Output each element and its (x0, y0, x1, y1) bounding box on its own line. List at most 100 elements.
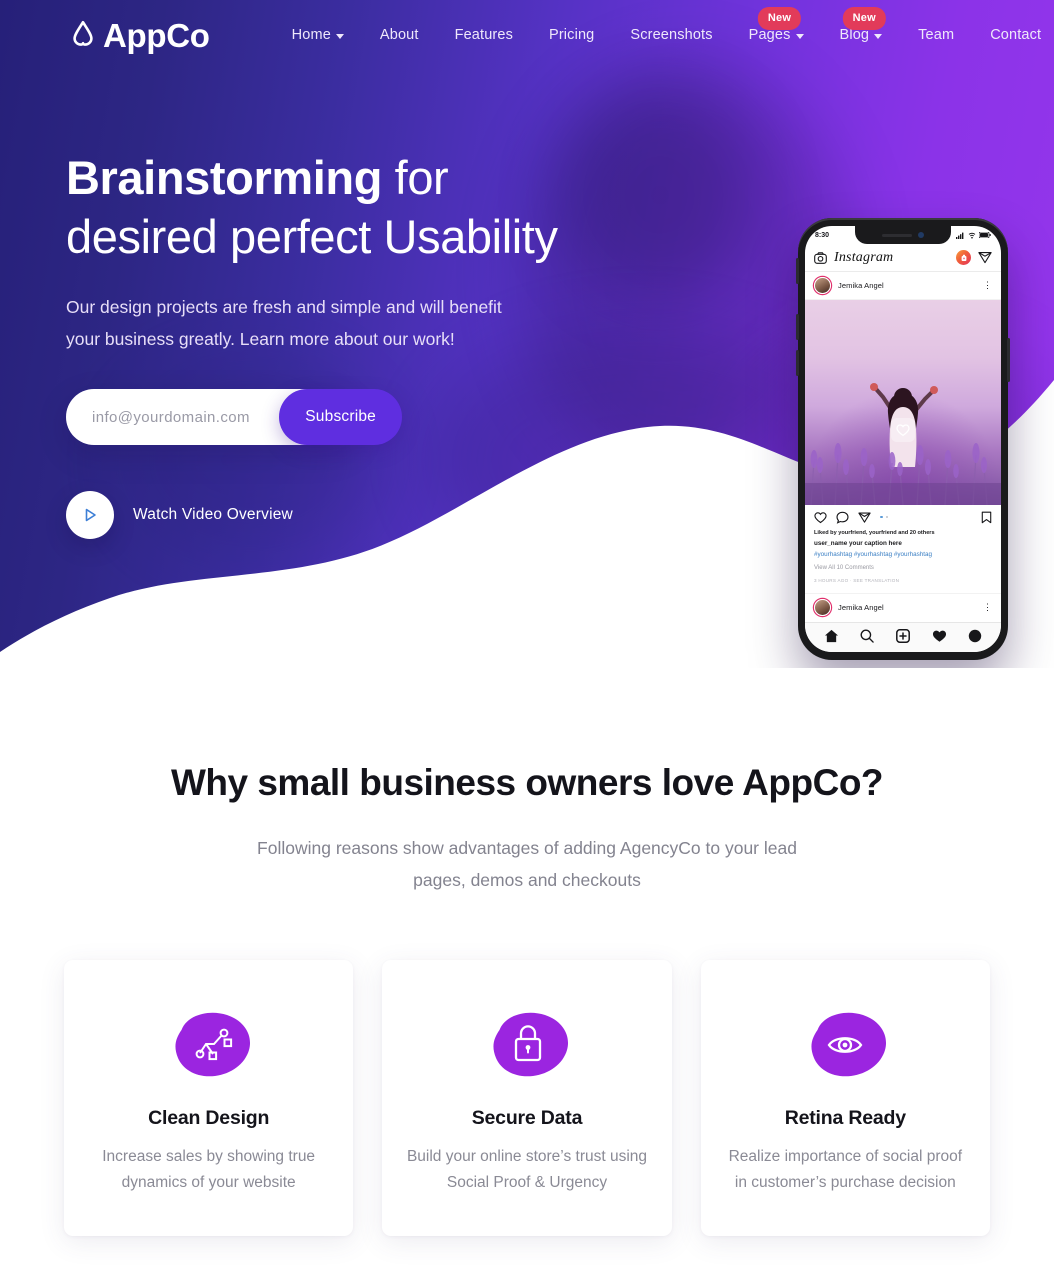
battery-icon (979, 232, 991, 238)
nav-badge-new: New (758, 7, 801, 30)
post-likes: Liked by yourfriend, yourfriend and 20 o… (814, 529, 992, 538)
nav-link-label: Features (455, 27, 513, 43)
lock-icon (479, 1006, 575, 1082)
features-section: Why small business owners love AppCo? Fo… (0, 668, 1054, 1276)
play-icon (66, 491, 114, 539)
nav-link[interactable]: Home (292, 27, 344, 43)
vector-nodes-icon (161, 1006, 257, 1082)
nav-item-screenshots[interactable]: Screenshots (612, 27, 730, 43)
view-comments-link[interactable]: View All 10 Comments (814, 563, 992, 573)
nav-links: Home About Features Pricing Screenshots … (274, 27, 1054, 43)
reels-icon[interactable] (956, 250, 971, 265)
features-subtitle: Following reasons show advantages of add… (247, 832, 807, 896)
hero-title-bold: Brainstorming (66, 151, 382, 204)
nav-link[interactable]: Features (455, 27, 513, 43)
comment-icon[interactable] (836, 511, 849, 524)
more-vertical-icon[interactable]: ⋮ (983, 283, 992, 288)
nav-item-features[interactable]: Features (437, 27, 531, 43)
nav-link[interactable]: Pricing (549, 27, 594, 43)
bookmark-icon[interactable] (981, 511, 992, 524)
phone-screen: 8:30 (805, 226, 1001, 652)
nav-item-contact[interactable]: Contact (972, 27, 1054, 43)
hero-section: AppCo Home About Features Pricing Screen… (0, 0, 1054, 668)
brand-logo[interactable]: AppCo (66, 18, 210, 53)
phone-mockup: 8:30 (798, 218, 1008, 660)
search-icon[interactable] (860, 629, 874, 643)
feature-title: Clean Design (88, 1107, 329, 1130)
profile-icon[interactable] (968, 629, 982, 643)
post-username: Jemika Angel (838, 281, 976, 290)
subscribe-button[interactable]: Subscribe (279, 389, 402, 445)
instagram-wordmark: Instagram (834, 250, 949, 266)
carousel-dots (880, 516, 888, 519)
post-username: Jemika Angel (838, 603, 976, 612)
cellular-signal-icon (956, 232, 965, 239)
feature-text: Realize importance of social proof in cu… (725, 1144, 966, 1196)
nav-badge-new: New (843, 7, 886, 30)
nav-link[interactable]: Screenshots (630, 27, 712, 43)
nav-link-label: Pricing (549, 27, 594, 43)
add-post-icon[interactable] (896, 629, 910, 643)
nav-item-home[interactable]: Home (274, 27, 362, 43)
next-post-header: Jemika Angel ⋮ (805, 593, 1001, 621)
nav-link[interactable]: Contact (990, 27, 1041, 43)
nav-link-label: Contact (990, 27, 1041, 43)
hero-content: Brainstorming for desired perfect Usabil… (0, 70, 1054, 539)
brand-logo-text: AppCo (103, 19, 210, 52)
post-image (805, 300, 1001, 505)
eye-icon (797, 1006, 893, 1082)
post-timestamp: 3 HOURS AGO · SEE TRANSLATION (814, 576, 992, 585)
nav-item-about[interactable]: About (362, 27, 437, 43)
direct-message-icon[interactable] (978, 251, 992, 264)
post-caption-block: Liked by yourfriend, yourfriend and 20 o… (805, 529, 1001, 585)
watch-video-label: Watch Video Overview (133, 506, 293, 524)
earpiece-speaker (882, 234, 912, 237)
nav-link[interactable]: About (380, 27, 419, 43)
instagram-header: Instagram (805, 244, 1001, 272)
feature-card[interactable]: Secure Data Build your online store’s tr… (382, 960, 671, 1236)
hero-title: Brainstorming for desired perfect Usabil… (66, 148, 566, 266)
post-actions (805, 505, 1001, 529)
feature-text: Build your online store’s trust using So… (406, 1144, 647, 1196)
watch-video-button[interactable]: Watch Video Overview (66, 491, 293, 539)
nav-item-blog[interactable]: New Blog (822, 27, 901, 43)
hero-subtitle: Our design projects are fresh and simple… (66, 291, 506, 355)
avatar (814, 277, 831, 294)
nav-link-label: Home (292, 27, 331, 43)
feature-title: Retina Ready (725, 1107, 966, 1130)
hero-visual: 8:30 (566, 70, 1054, 539)
front-camera-icon (918, 232, 924, 238)
page-title: Why small business owners love AppCo? (0, 760, 1054, 806)
like-animation-icon (891, 418, 915, 442)
nav-item-pricing[interactable]: Pricing (531, 27, 612, 43)
home-icon[interactable] (824, 629, 839, 643)
feature-title: Secure Data (406, 1107, 647, 1130)
share-icon[interactable] (858, 511, 871, 524)
nav-item-pages[interactable]: New Pages (731, 27, 822, 43)
nav-link-label: Team (918, 27, 954, 43)
feature-card[interactable]: Clean Design Increase sales by showing t… (64, 960, 353, 1236)
status-indicators (956, 232, 991, 239)
nav-link-label: Screenshots (630, 27, 712, 43)
nav-link-label: About (380, 27, 419, 43)
nav-link[interactable]: Team (918, 27, 954, 43)
activity-icon[interactable] (932, 629, 947, 643)
subscribe-form: Subscribe (66, 389, 357, 445)
phone-tab-bar (805, 622, 1001, 652)
post-hashtags[interactable]: #yourhashtag #yourhashtag #yourhashtag (814, 550, 992, 560)
feature-card[interactable]: Retina Ready Realize importance of socia… (701, 960, 990, 1236)
post-header: Jemika Angel ⋮ (805, 272, 1001, 300)
avatar (814, 599, 831, 616)
wifi-icon (968, 232, 976, 239)
more-vertical-icon[interactable]: ⋮ (983, 605, 992, 610)
hero-copy: Brainstorming for desired perfect Usabil… (66, 70, 566, 539)
nav-item-team[interactable]: Team (900, 27, 972, 43)
post-caption: user_name your caption here (814, 539, 992, 549)
feature-text: Increase sales by showing true dynamics … (88, 1144, 329, 1196)
feature-cards: Clean Design Increase sales by showing t… (0, 960, 1054, 1276)
chevron-down-icon (336, 34, 344, 39)
features-header: Why small business owners love AppCo? Fo… (0, 760, 1054, 896)
heart-icon[interactable] (814, 511, 827, 524)
phone-notch (855, 226, 951, 244)
camera-icon[interactable] (814, 252, 827, 264)
